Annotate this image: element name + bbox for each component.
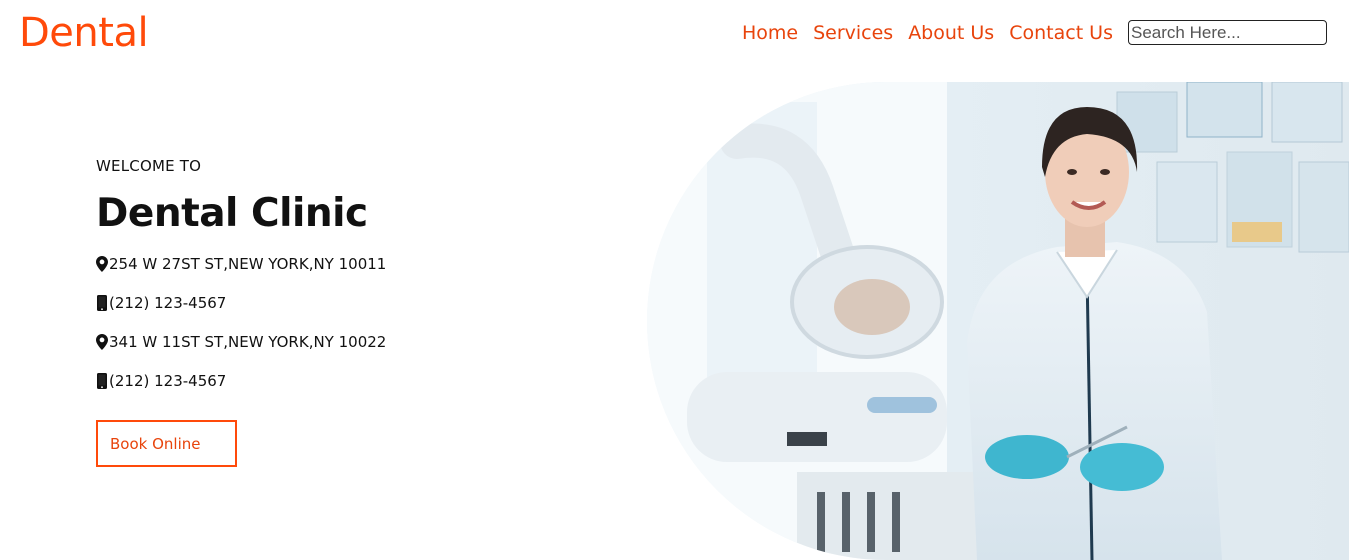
- nav-services[interactable]: Services: [813, 21, 893, 45]
- map-marker-icon: [96, 334, 108, 350]
- address-row-1: 254 W 27ST ST,NEW YORK,NY 10011: [96, 254, 556, 274]
- mobile-phone-icon: [96, 373, 108, 389]
- nav-contact-us[interactable]: Contact Us: [1009, 21, 1113, 45]
- site-header: Dental Home Services About Us Contact Us: [0, 0, 1349, 72]
- phone-text[interactable]: (212) 123-4567: [109, 372, 226, 390]
- map-marker-icon: [96, 256, 108, 272]
- phone-text[interactable]: (212) 123-4567: [109, 294, 226, 312]
- phone-row-1: (212) 123-4567: [96, 293, 556, 313]
- search-input[interactable]: [1128, 20, 1327, 45]
- mobile-phone-icon: [96, 295, 108, 311]
- address-text: 341 W 11ST ST,NEW YORK,NY 10022: [109, 333, 387, 351]
- main-nav: Home Services About Us Contact Us: [742, 20, 1327, 45]
- address-row-2: 341 W 11ST ST,NEW YORK,NY 10022: [96, 332, 556, 352]
- nav-about-us[interactable]: About Us: [908, 21, 994, 45]
- phone-row-2: (212) 123-4567: [96, 371, 556, 391]
- page-title: Dental Clinic: [96, 191, 368, 236]
- hero-image-dentist: [647, 82, 1349, 560]
- hero-section: WELCOME TO Dental Clinic 254 W 27ST ST,N…: [96, 157, 556, 467]
- nav-home[interactable]: Home: [742, 21, 798, 45]
- book-online-button[interactable]: Book Online: [96, 420, 237, 467]
- address-text: 254 W 27ST ST,NEW YORK,NY 10011: [109, 255, 387, 273]
- site-logo[interactable]: Dental: [19, 10, 149, 56]
- welcome-text: WELCOME TO: [96, 157, 202, 175]
